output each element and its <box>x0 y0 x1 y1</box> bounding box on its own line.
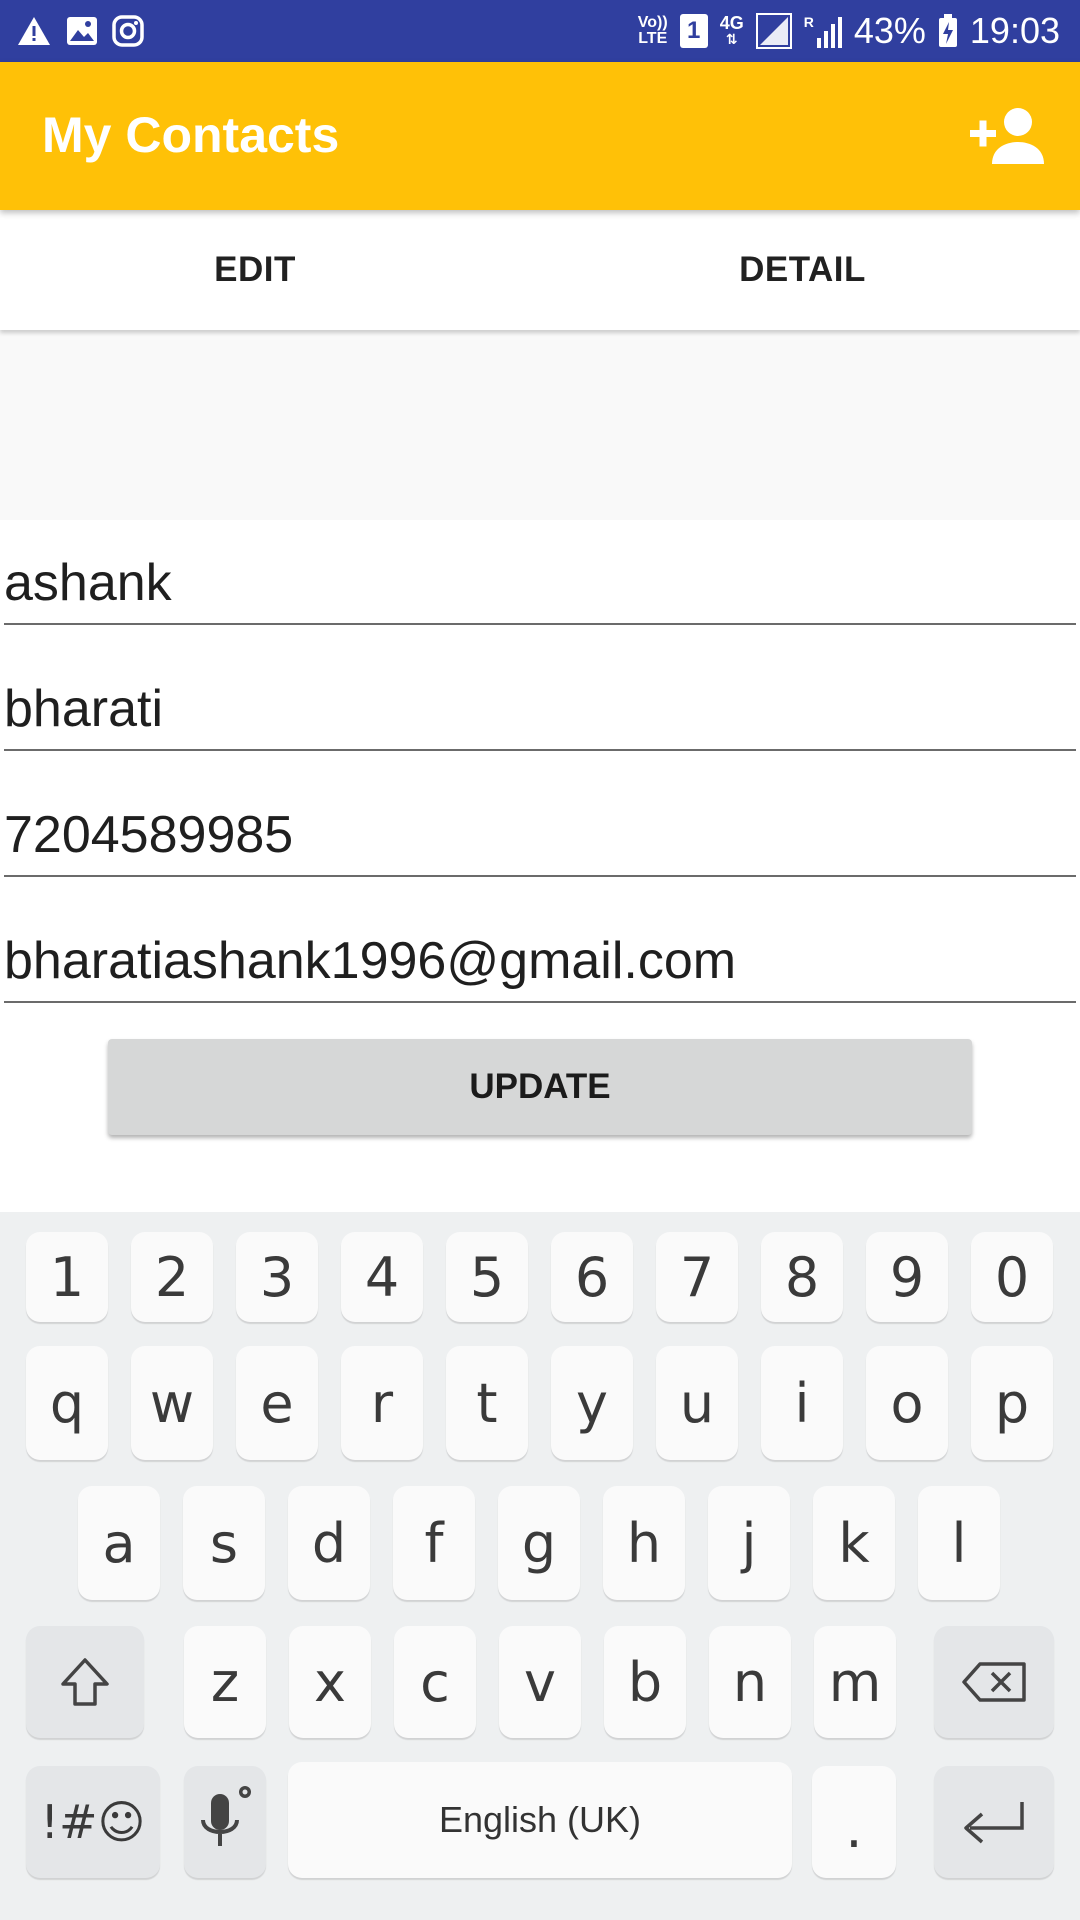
symbols-key[interactable]: !#☺ <box>26 1766 160 1878</box>
key-9[interactable]: 9 <box>866 1232 948 1322</box>
key-6[interactable]: 6 <box>551 1232 633 1322</box>
network-type: 4G ⇅ <box>719 13 744 47</box>
battery-charging-icon <box>938 14 957 47</box>
phone-field[interactable]: 7204589985 <box>4 787 1076 877</box>
key-8[interactable]: 8 <box>761 1232 843 1322</box>
key-4[interactable]: 4 <box>341 1232 423 1322</box>
key-c[interactable]: c <box>394 1626 476 1738</box>
shift-key[interactable] <box>26 1626 144 1738</box>
key-p[interactable]: p <box>971 1346 1053 1460</box>
backspace-icon <box>962 1662 1026 1702</box>
key-y[interactable]: y <box>551 1346 633 1460</box>
clock: 19:03 <box>969 10 1060 51</box>
signal-bar <box>816 38 821 48</box>
key-j[interactable]: j <box>708 1486 790 1600</box>
system-icons: Vo)) LTE 1 4G ⇅ R 43% 19:03 <box>638 8 1060 54</box>
volte-indicator: Vo)) LTE <box>638 15 668 47</box>
battery-percent: 43% <box>853 10 926 51</box>
key-b[interactable]: b <box>604 1626 686 1738</box>
key-o[interactable]: o <box>866 1346 948 1460</box>
update-button[interactable]: UPDATE <box>108 1039 972 1135</box>
tab-edit[interactable]: EDIT <box>0 210 510 330</box>
key-z[interactable]: z <box>184 1626 266 1738</box>
voice-input-key[interactable] <box>184 1766 266 1878</box>
key-h[interactable]: h <box>603 1486 685 1600</box>
roaming-label: R <box>803 14 814 30</box>
key-1[interactable]: 1 <box>26 1232 108 1322</box>
warning-icon <box>18 17 50 45</box>
key-l[interactable]: l <box>918 1486 1000 1600</box>
key-n[interactable]: n <box>709 1626 791 1738</box>
tab-detail[interactable]: DETAIL <box>540 210 1065 330</box>
signal-sim2: R <box>804 14 842 48</box>
key-2[interactable]: 2 <box>131 1232 213 1322</box>
key-q[interactable]: q <box>26 1346 108 1460</box>
app-bar: My Contacts <box>0 62 1080 210</box>
period-key-label: . <box>845 1797 863 1860</box>
signal-bar <box>837 17 842 48</box>
add-contact-icon[interactable] <box>970 102 1050 172</box>
key-d[interactable]: d <box>288 1486 370 1600</box>
notification-icons <box>16 10 144 52</box>
instagram-icon <box>112 15 144 47</box>
key-x[interactable]: x <box>289 1626 371 1738</box>
signal-bar <box>823 31 828 48</box>
space-key-label: English (UK) <box>438 1799 642 1840</box>
key-a[interactable]: a <box>78 1486 160 1600</box>
key-f[interactable]: f <box>393 1486 475 1600</box>
shift-icon <box>61 1658 109 1706</box>
key-k[interactable]: k <box>813 1486 895 1600</box>
symbols-key-label: !#☺ <box>40 1795 146 1849</box>
key-r[interactable]: r <box>341 1346 423 1460</box>
key-w[interactable]: w <box>131 1346 213 1460</box>
app-title: My Contacts <box>42 107 340 163</box>
signal-bar <box>830 24 835 48</box>
key-g[interactable]: g <box>498 1486 580 1600</box>
key-i[interactable]: i <box>761 1346 843 1460</box>
key-3[interactable]: 3 <box>236 1232 318 1322</box>
soft-keyboard: 1234567890 qwertyuiop asdfghjkl zxcvbnm !#☺… <box>0 1212 1080 1920</box>
key-m[interactable]: m <box>814 1626 896 1738</box>
space-key[interactable]: English (UK) <box>288 1762 792 1878</box>
status-bar: Vo)) LTE 1 4G ⇅ R 43% 19:03 <box>0 0 1080 62</box>
sim-slot-icon: 1 <box>679 14 708 48</box>
enter-key[interactable] <box>934 1766 1054 1878</box>
first-name-field[interactable]: ashank <box>4 535 1076 625</box>
key-u[interactable]: u <box>656 1346 738 1460</box>
signal-icon <box>755 13 792 49</box>
period-key[interactable]: . <box>812 1766 896 1878</box>
key-v[interactable]: v <box>499 1626 581 1738</box>
last-name-field[interactable]: bharati <box>4 661 1076 751</box>
data-arrows-icon: ⇅ <box>725 31 738 47</box>
key-0[interactable]: 0 <box>971 1232 1053 1322</box>
email-field[interactable]: bharatiashank1996@gmail.com <box>4 913 1076 1003</box>
image-icon <box>67 17 97 45</box>
key-s[interactable]: s <box>183 1486 265 1600</box>
key-e[interactable]: e <box>236 1346 318 1460</box>
key-5[interactable]: 5 <box>446 1232 528 1322</box>
volte-label: Vo)) <box>637 14 668 31</box>
contact-photo-area <box>0 330 1080 520</box>
key-t[interactable]: t <box>446 1346 528 1460</box>
key-7[interactable]: 7 <box>656 1232 738 1322</box>
lte-label: LTE <box>638 30 668 47</box>
backspace-key[interactable] <box>934 1626 1054 1738</box>
sim-slot-label: 1 <box>687 17 701 44</box>
tab-bar: EDIT DETAIL <box>0 210 1080 330</box>
network-type-label: 4G <box>719 13 744 33</box>
enter-icon <box>964 1802 1024 1844</box>
microphone-icon <box>201 1786 251 1846</box>
